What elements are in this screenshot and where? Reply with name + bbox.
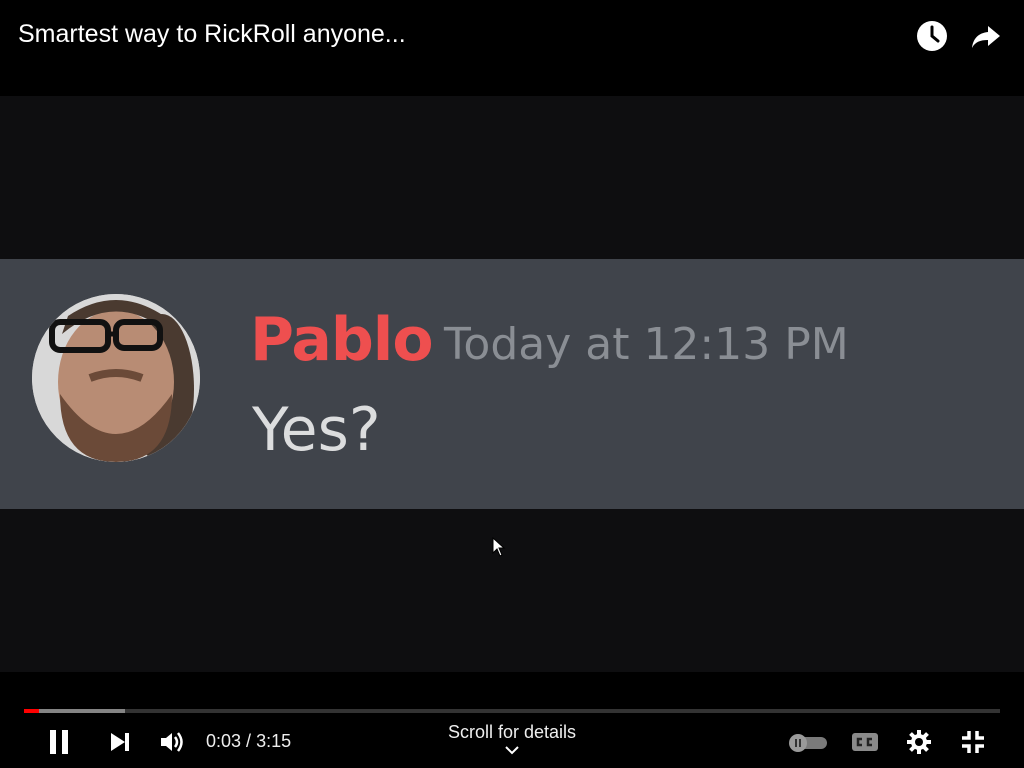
scroll-hint-label: Scroll for details — [447, 722, 577, 742]
pause-button[interactable] — [42, 725, 76, 759]
avatar — [32, 294, 200, 462]
scroll-for-details[interactable]: Scroll for details — [412, 722, 612, 755]
next-button[interactable] — [103, 725, 137, 759]
current-time: 0:03 — [206, 731, 242, 751]
clock-icon — [917, 21, 947, 51]
autoplay-toggle[interactable] — [786, 725, 830, 759]
video-title[interactable]: Smartest way to RickRoll anyone... — [18, 20, 406, 49]
time-display: 0:03 / 3:15 — [206, 731, 291, 752]
share-arrow-icon — [972, 26, 1000, 48]
message-timestamp: Today at 12:13 PM — [444, 319, 849, 370]
chevron-down-icon — [505, 746, 519, 755]
chat-message: Pablo Today at 12:13 PM Yes? — [0, 259, 1024, 509]
top-bar: Smartest way to RickRoll anyone... — [0, 0, 1024, 96]
time-separator: / — [241, 731, 257, 751]
settings-gear-icon — [907, 730, 931, 754]
captions-icon — [852, 733, 878, 751]
volume-icon — [161, 732, 183, 752]
player-controls: 0:03 / 3:15 Scroll for details — [0, 672, 1024, 768]
share-button[interactable] — [968, 18, 1004, 54]
video-frame[interactable]: Pablo Today at 12:13 PM Yes? — [0, 96, 1024, 672]
captions-button[interactable] — [848, 725, 882, 759]
duration: 3:15 — [256, 731, 292, 751]
watch-later-button[interactable] — [914, 18, 950, 54]
progress-played — [24, 709, 39, 713]
autoplay-toggle-icon — [789, 734, 827, 752]
progress-bar[interactable] — [24, 709, 1000, 713]
message-author: Pablo — [250, 305, 434, 375]
exit-fullscreen-icon — [962, 731, 984, 753]
pause-icon — [50, 730, 68, 754]
mouse-cursor-icon — [492, 537, 506, 557]
settings-button[interactable] — [902, 725, 936, 759]
next-icon — [111, 733, 129, 751]
progress-buffered — [24, 709, 125, 713]
exit-fullscreen-button[interactable] — [956, 725, 990, 759]
message-text: Yes? — [252, 395, 381, 465]
volume-button[interactable] — [155, 725, 189, 759]
